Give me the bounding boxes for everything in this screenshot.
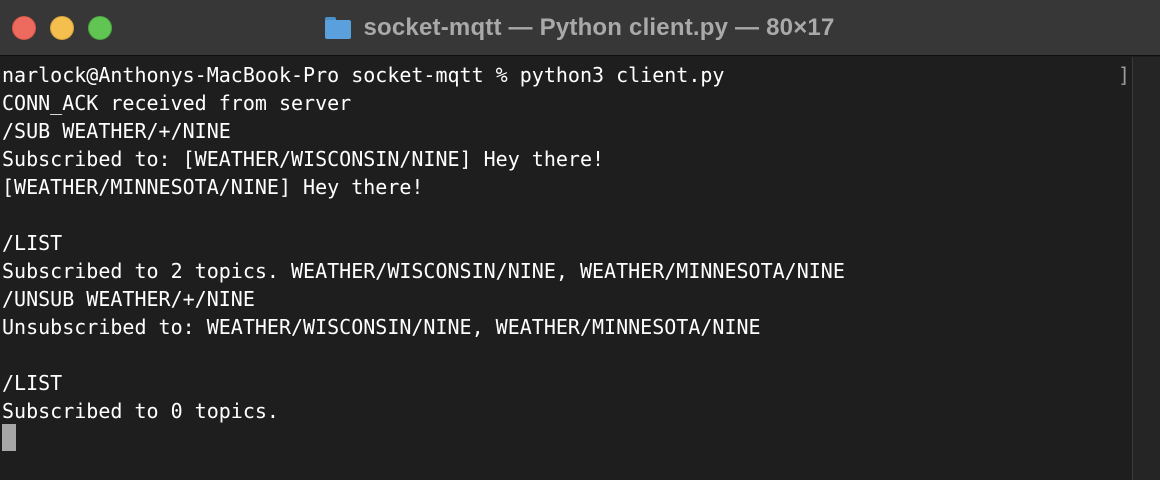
terminal-line: narlock@Anthonys-MacBook-Pro socket-mqtt… (2, 63, 725, 87)
terminal-line: Subscribed to 0 topics. (2, 399, 279, 423)
terminal-line: Unsubscribed to: WEATHER/WISCONSIN/NINE,… (2, 315, 761, 339)
window-title: socket-mqtt — Python client.py — 80×17 (363, 14, 835, 41)
terminal-line: /LIST (2, 371, 63, 395)
terminal-line: CONN_ACK received from server (2, 91, 352, 115)
terminal-line: Subscribed to: [WEATHER/WISCONSIN/NINE] … (2, 147, 605, 171)
terminal-line: [WEATHER/MINNESOTA/NINE] Hey there! (2, 175, 424, 199)
terminal-output[interactable]: narlock@Anthonys-MacBook-Pro socket-mqtt… (0, 57, 1132, 480)
terminal-line: Subscribed to 2 topics. WEATHER/WISCONSI… (2, 259, 845, 283)
scrollbar[interactable] (1132, 57, 1160, 480)
terminal-window: socket-mqtt — Python client.py — 80×17 n… (0, 0, 1160, 480)
window-title-group: socket-mqtt — Python client.py — 80×17 (0, 0, 1160, 56)
scroll-marker: ] (1118, 63, 1131, 87)
terminal-line: /UNSUB WEATHER/+/NINE (2, 287, 255, 311)
title-bar[interactable]: socket-mqtt — Python client.py — 80×17 (0, 0, 1160, 56)
folder-icon (325, 17, 352, 39)
terminal-line: /LIST (2, 231, 63, 255)
terminal-line: /SUB WEATHER/+/NINE (2, 119, 231, 143)
text-cursor (2, 424, 16, 451)
